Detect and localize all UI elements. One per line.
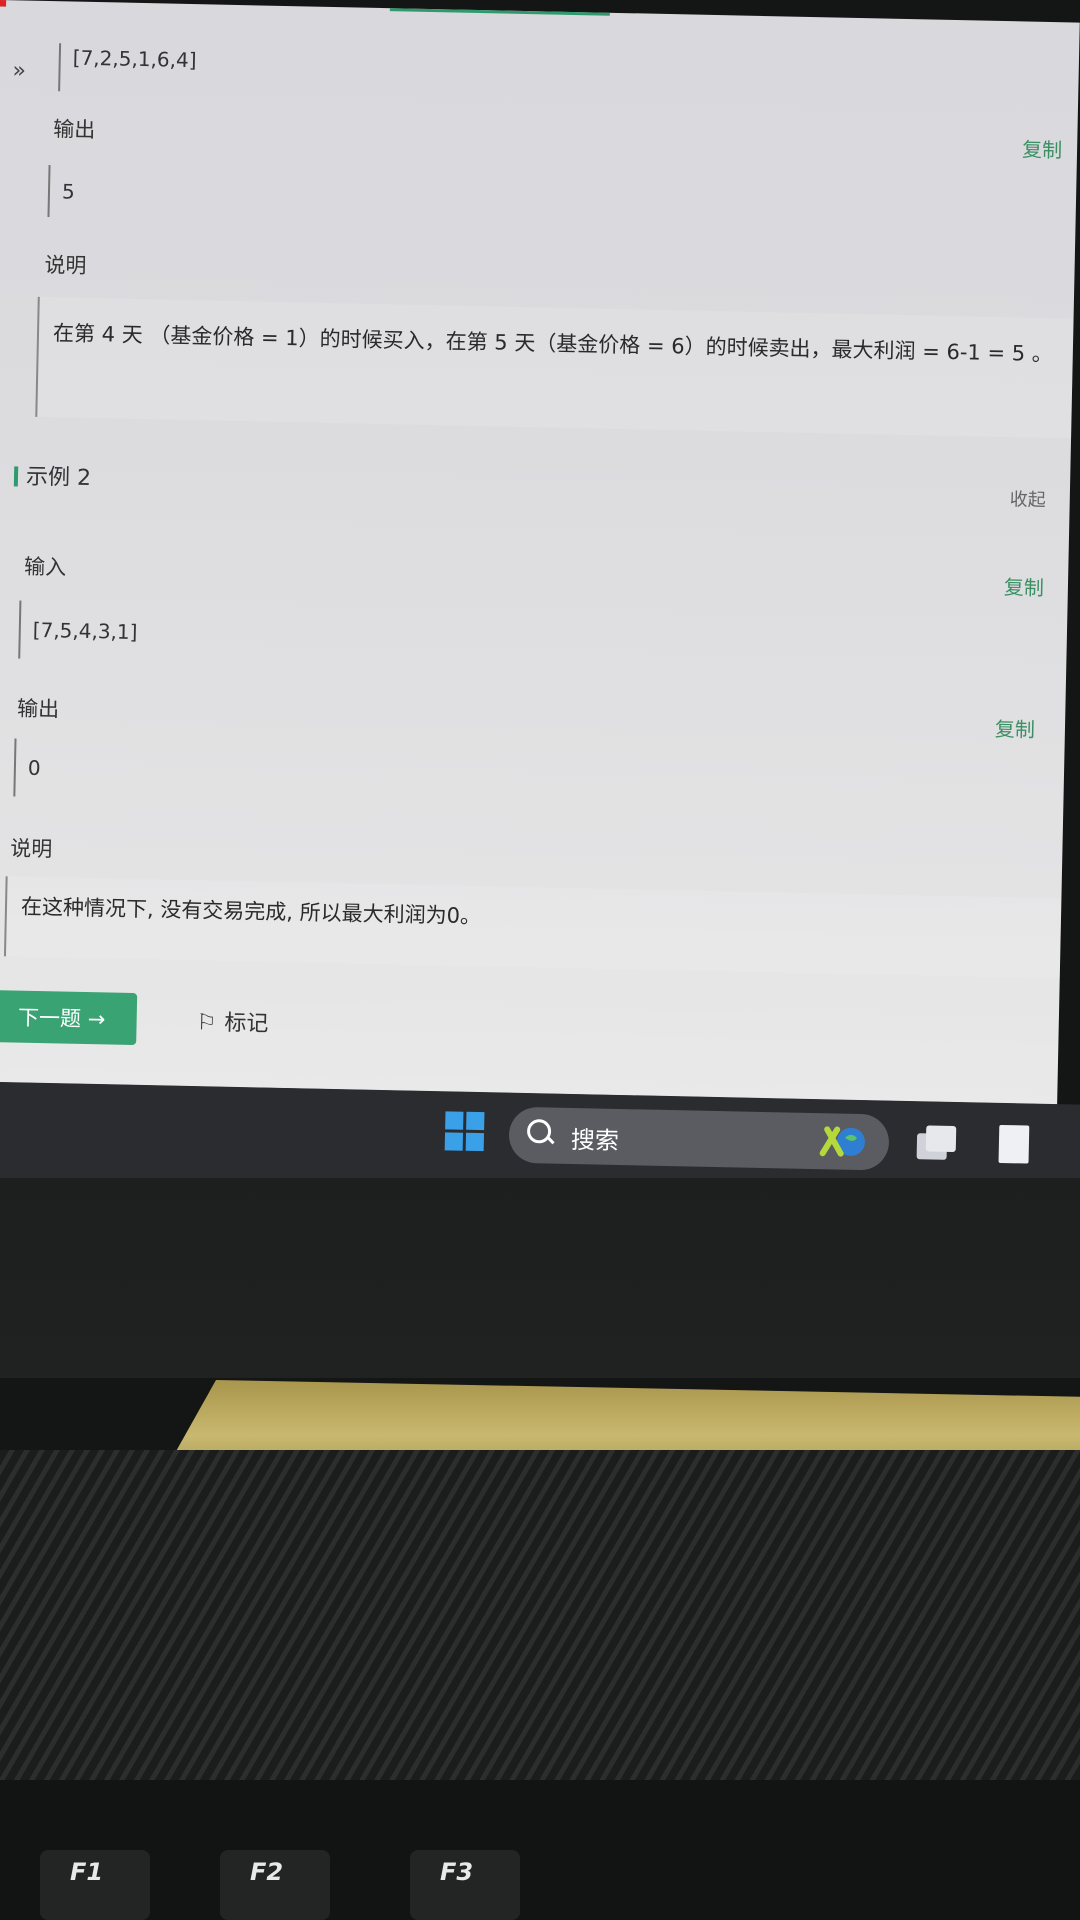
task-view-icon[interactable] [916,1123,958,1162]
example1-output-label: 输出 [53,117,96,143]
example1-output-value: 5 [61,179,75,204]
example2-collapse-button[interactable]: 收起 [1010,485,1047,512]
example1-output-box: 5 [47,165,76,218]
laptop-deck-edge [0,1780,1080,1920]
example2-input-value: [7,5,4,3,1] [32,617,138,645]
mark-button-label: 标记 [224,1010,269,1037]
expand-arrow-icon[interactable]: » [12,58,26,83]
awareness-ribbon-globe-icon [819,1126,865,1157]
example2-explain-label: 说明 [9,836,53,862]
problem-page: ▘ » [7,2,5,1,6,4] 输出 复制 5 说明 在第 4 天 （基金价… [0,0,1080,1098]
example1-input-value: [7,2,5,1,6,4] [72,45,197,73]
example1-explain-text: 在第 4 天 （基金价格 = 1）的时候买入，在第 5 天（基金价格 = 6）的… [52,321,1054,367]
red-corner-icon: ▘ [0,0,13,17]
windows-start-icon[interactable] [444,1111,486,1152]
key-f1: F1 [40,1850,150,1920]
example2-input-label: 输入 [23,554,67,580]
example2-explain-text: 在这种情况下, 没有交易完成, 所以最大利润为0。 [20,894,482,929]
example2-output-copy-button[interactable]: 复制 [995,713,1036,743]
example1-output-copy-button[interactable]: 复制 [1022,133,1063,163]
key-f3: F3 [410,1850,520,1920]
example2-output-label: 输出 [16,696,60,722]
search-icon [526,1119,552,1144]
example1-explain-label: 说明 [44,252,87,278]
mark-button[interactable]: ⚐ 标记 [196,1004,268,1037]
example2-output-value: 0 [27,755,41,781]
next-question-button[interactable]: 下一题 → [0,989,138,1046]
example-title-marker [13,466,19,487]
laptop-bezel [0,1178,1080,1378]
example2-explain-box: 在这种情况下, 没有交易完成, 所以最大利润为0。 [3,876,1076,979]
taskbar-search-label: 搜索 [570,1125,620,1155]
example1-explain-box: 在第 4 天 （基金价格 = 1）的时候买入，在第 5 天（基金价格 = 6）的… [35,296,1080,439]
flag-icon: ⚐ [196,1010,217,1036]
example2-title-text: 示例 2 [25,464,92,492]
top-accent-bar [389,8,610,16]
file-icon[interactable] [998,1124,1030,1164]
key-f2: F2 [220,1850,330,1920]
example1-input-box: [7,2,5,1,6,4] [58,43,197,95]
laptop-screen: ▘ » [7,2,5,1,6,4] 输出 复制 5 说明 在第 4 天 （基金价… [0,0,1080,1105]
taskbar-search-box[interactable]: 搜索 [508,1106,890,1171]
example2-input-box: [7,5,4,3,1] [18,600,139,662]
example2-output-box: 0 [13,738,42,798]
example2-input-copy-button[interactable]: 复制 [1004,571,1045,601]
example2-title[interactable]: 示例 2 [13,458,92,492]
